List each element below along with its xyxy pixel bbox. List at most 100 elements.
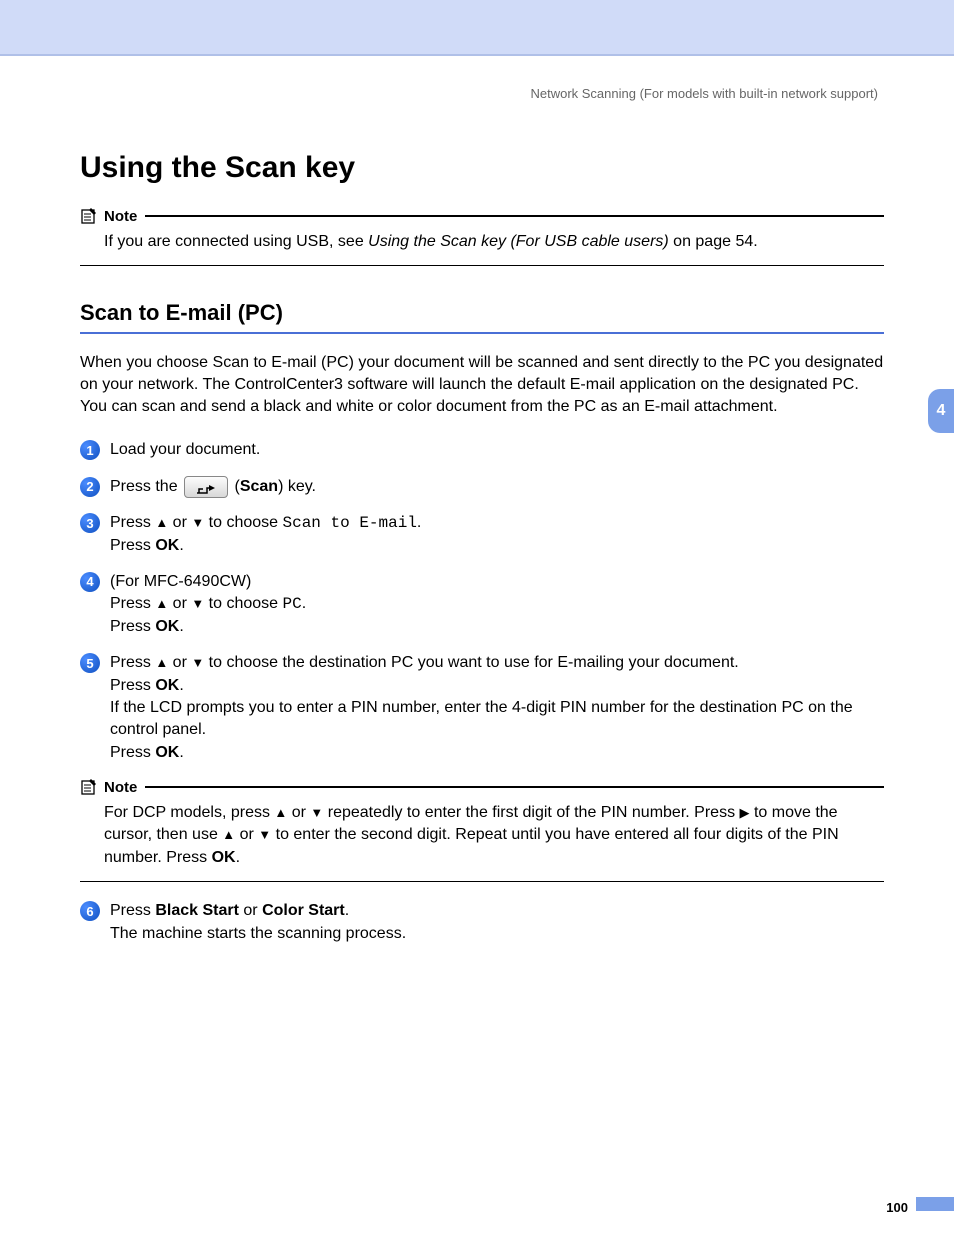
ok-label: OK xyxy=(155,677,179,694)
text: Press xyxy=(110,595,155,612)
text: Press xyxy=(110,902,155,919)
note-close-rule xyxy=(80,265,884,266)
text: Press xyxy=(110,618,155,635)
step-5: 5 Press ▲ or ▼ to choose the destination… xyxy=(80,652,884,764)
note-body: For DCP models, press ▲ or ▼ repeatedly … xyxy=(80,798,884,869)
text: . xyxy=(236,849,240,866)
arrow-down-icon: ▼ xyxy=(310,804,323,822)
text: to choose xyxy=(204,514,282,531)
note-text-italic: Using the Scan key (For USB cable users) xyxy=(368,233,669,250)
page-number: 100 xyxy=(886,1200,908,1215)
arrow-down-icon: ▼ xyxy=(191,595,204,613)
ok-label: OK xyxy=(212,849,236,866)
color-start-label: Color Start xyxy=(262,902,345,919)
code-text: PC xyxy=(283,595,302,613)
arrow-up-icon: ▲ xyxy=(222,826,235,844)
step-bullet-icon: 2 xyxy=(80,477,100,497)
page: 4 Network Scanning (For models with buil… xyxy=(0,54,954,1235)
step-3: 3 Press ▲ or ▼ to choose Scan to E-mail.… xyxy=(80,512,884,557)
note-title-row: Note xyxy=(80,207,884,225)
text: . xyxy=(179,537,183,554)
arrow-up-icon: ▲ xyxy=(274,804,287,822)
text: . xyxy=(179,677,183,694)
page-number-tab xyxy=(916,1197,954,1211)
step-body: Load your document. xyxy=(110,439,884,461)
section-title: Scan to E-mail (PC) xyxy=(80,300,884,326)
text: The machine starts the scanning process. xyxy=(110,925,406,942)
intro-paragraph: When you choose Scan to E-mail (PC) your… xyxy=(80,352,884,417)
arrow-down-icon: ▼ xyxy=(191,654,204,672)
arrow-down-icon: ▼ xyxy=(191,514,204,532)
text: or xyxy=(168,654,191,671)
text: ) key. xyxy=(278,478,316,495)
steps-list-cont: 6 Press Black Start or Color Start. The … xyxy=(80,900,884,945)
arrow-down-icon: ▼ xyxy=(258,826,271,844)
content-area: Network Scanning (For models with built-… xyxy=(0,56,954,945)
step-body: Press Black Start or Color Start. The ma… xyxy=(110,900,884,945)
text: . xyxy=(179,618,183,635)
top-banner xyxy=(0,0,954,54)
black-start-label: Black Start xyxy=(155,902,239,919)
text: Press the xyxy=(110,478,182,495)
step-body: (For MFC-6490CW) Press ▲ or ▼ to choose … xyxy=(110,571,884,638)
text: . xyxy=(179,744,183,761)
text: repeatedly to enter the first digit of t… xyxy=(323,804,739,821)
note-text-suffix: on page 54. xyxy=(669,233,758,250)
scan-key-icon xyxy=(184,476,228,498)
text: If the LCD prompts you to enter a PIN nu… xyxy=(110,699,853,738)
text: or xyxy=(239,902,262,919)
step-6: 6 Press Black Start or Color Start. The … xyxy=(80,900,884,945)
step-bullet-icon: 5 xyxy=(80,653,100,673)
text: or xyxy=(235,826,258,843)
step-bullet-icon: 1 xyxy=(80,440,100,460)
arrow-up-icon: ▲ xyxy=(155,514,168,532)
note-label: Note xyxy=(104,779,137,796)
page-title: Using the Scan key xyxy=(80,151,884,185)
ok-label: OK xyxy=(155,744,179,761)
note-rule xyxy=(145,215,884,217)
text: Press xyxy=(110,537,155,554)
step-body: Press ▲ or ▼ to choose the destination P… xyxy=(110,652,884,764)
arrow-right-icon: ▶ xyxy=(740,804,750,822)
step-bullet-icon: 3 xyxy=(80,513,100,533)
ok-label: OK xyxy=(155,537,179,554)
running-header: Network Scanning (For models with built-… xyxy=(80,86,884,101)
step-body: Press ▲ or ▼ to choose Scan to E-mail. P… xyxy=(110,512,884,557)
code-text: Scan to E-mail xyxy=(283,514,417,532)
arrow-up-icon: ▲ xyxy=(155,595,168,613)
note-icon xyxy=(80,778,98,796)
text: to choose xyxy=(204,595,282,612)
chapter-tab: 4 xyxy=(928,389,954,433)
note-block: Note If you are connected using USB, see… xyxy=(80,207,884,266)
text: . xyxy=(417,514,421,531)
text: . xyxy=(302,595,306,612)
step-1: 1 Load your document. xyxy=(80,439,884,461)
note-label: Note xyxy=(104,208,137,225)
steps-list: 1 Load your document. 2 Press the (Scan)… xyxy=(80,439,884,764)
text: Press xyxy=(110,744,155,761)
text: (For MFC-6490CW) xyxy=(110,573,251,590)
text: For DCP models, press xyxy=(104,804,274,821)
text: or xyxy=(168,514,191,531)
text: to choose the destination PC you want to… xyxy=(204,654,739,671)
text: Press xyxy=(110,677,155,694)
ok-label: OK xyxy=(155,618,179,635)
note-title-row: Note xyxy=(80,778,884,796)
text: or xyxy=(287,804,310,821)
step-4: 4 (For MFC-6490CW) Press ▲ or ▼ to choos… xyxy=(80,571,884,638)
text: . xyxy=(345,902,349,919)
note-rule xyxy=(145,786,884,788)
text: Press xyxy=(110,654,155,671)
text: Press xyxy=(110,514,155,531)
section-rule xyxy=(80,332,884,334)
note-close-rule xyxy=(80,881,884,882)
text: or xyxy=(168,595,191,612)
step-bullet-icon: 6 xyxy=(80,901,100,921)
note-text-prefix: If you are connected using USB, see xyxy=(104,233,368,250)
note-body: If you are connected using USB, see Usin… xyxy=(80,227,884,253)
scan-label: Scan xyxy=(240,478,278,495)
note-icon xyxy=(80,207,98,225)
step-bullet-icon: 4 xyxy=(80,572,100,592)
step-body: Press the (Scan) key. xyxy=(110,476,884,499)
step-2: 2 Press the (Scan) key. xyxy=(80,476,884,499)
